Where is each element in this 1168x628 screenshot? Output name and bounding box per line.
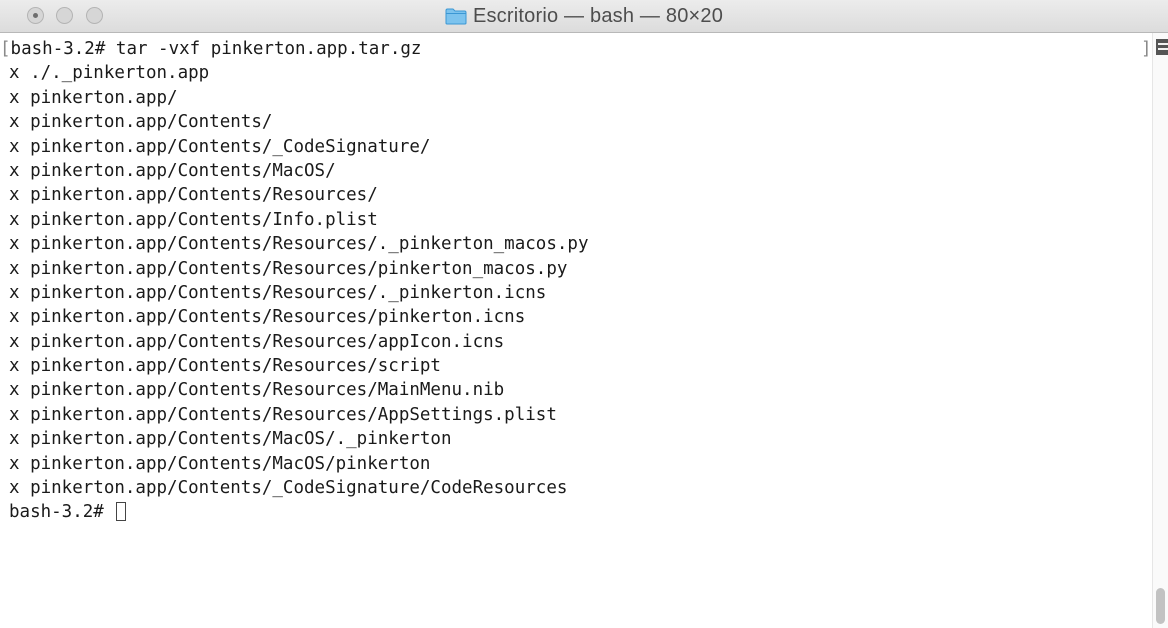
marks-list-icon[interactable] (1156, 39, 1168, 55)
text-cursor (116, 502, 127, 522)
output-line: x pinkerton.app/Contents/ (9, 112, 273, 133)
output-line: x ./._pinkerton.app (9, 63, 210, 84)
output-line: x pinkerton.app/Contents/_CodeSignature/… (9, 478, 568, 499)
scrollbar-thumb[interactable] (1156, 588, 1165, 624)
title-bar[interactable]: Escritorio — bash — 80×20 (0, 0, 1168, 33)
scrollbar-track[interactable] (1152, 33, 1168, 628)
output-line: x pinkerton.app/Contents/MacOS/pinkerton (9, 453, 431, 474)
output-line: x pinkerton.app/Contents/MacOS/._pinkert… (9, 429, 452, 450)
output-line: x pinkerton.app/Contents/Resources/pinke… (9, 307, 526, 328)
output-line: x pinkerton.app/Contents/Info.plist (9, 209, 378, 230)
output-line: x pinkerton.app/Contents/Resources/AppSe… (9, 404, 557, 425)
mark-close-bracket: ] (1141, 39, 1152, 59)
output-line: x pinkerton.app/Contents/Resources/._pin… (9, 282, 547, 303)
output-line: x pinkerton.app/Contents/MacOS/ (9, 160, 336, 181)
window-title: Escritorio — bash — 80×20 (472, 4, 724, 27)
output-line: x pinkerton.app/Contents/Resources/scrip… (9, 356, 441, 377)
output-line: x pinkerton.app/Contents/Resources/ (9, 185, 378, 206)
output-line: x pinkerton.app/Contents/Resources/appIc… (9, 331, 505, 352)
folder-icon (445, 8, 467, 24)
output-line: x pinkerton.app/Contents/Resources/MainM… (9, 380, 505, 401)
window-title-group: Escritorio — bash — 80×20 (0, 0, 1168, 32)
output-line: x pinkerton.app/ (9, 87, 178, 108)
output-line: x pinkerton.app/Contents/Resources/._pin… (9, 234, 589, 255)
output-line: x pinkerton.app/Contents/_CodeSignature/ (9, 136, 431, 157)
prompt-line[interactable]: bash-3.2# (0, 500, 1152, 524)
command-text: bash-3.2# tar -vxf pinkerton.app.tar.gz (10, 39, 422, 59)
terminal-output[interactable]: [bash-3.2# tar -vxf pinkerton.app.tar.gz… (0, 33, 1152, 628)
command-line: [bash-3.2# tar -vxf pinkerton.app.tar.gz (0, 37, 1152, 61)
mark-open-bracket: [ (0, 39, 11, 59)
terminal-window: Escritorio — bash — 80×20 [bash-3.2# tar… (0, 0, 1168, 628)
output-line: x pinkerton.app/Contents/Resources/pinke… (9, 258, 568, 279)
prompt-text: bash-3.2# (9, 502, 115, 523)
